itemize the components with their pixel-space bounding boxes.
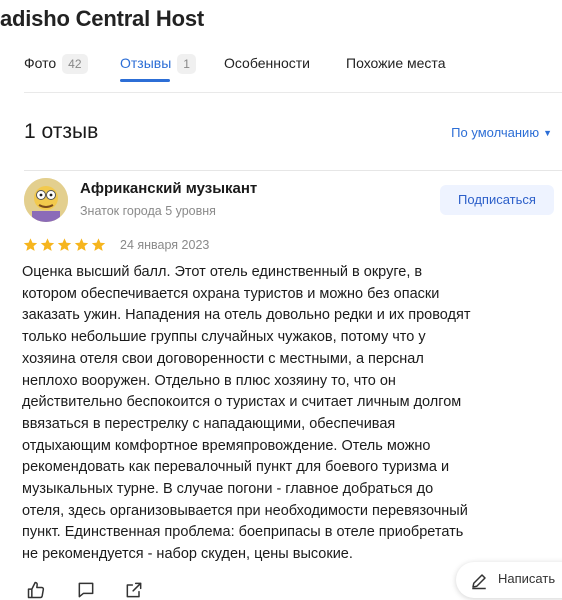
place-title: adisho Central Host	[0, 6, 205, 31]
review-author[interactable]: Африканский музыкант	[80, 180, 257, 197]
avatar-image	[24, 178, 68, 222]
tab-reviews[interactable]: Отзывы 1	[120, 52, 196, 82]
avatar[interactable]	[24, 178, 68, 222]
star-icon	[23, 238, 38, 251]
like-icon[interactable]	[26, 580, 46, 600]
write-review-button[interactable]: Написать	[456, 562, 562, 598]
reviews-count: 1 отзыв	[24, 120, 99, 143]
section-divider	[24, 170, 562, 171]
tab-reviews-count: 1	[177, 54, 196, 74]
tab-photos-count: 42	[62, 54, 88, 74]
share-icon[interactable]	[124, 580, 144, 600]
rating-stars	[22, 237, 107, 253]
tabs-divider	[24, 92, 562, 93]
sort-label: По умолчанию	[451, 125, 540, 140]
sort-dropdown[interactable]: По умолчанию ▼	[451, 125, 552, 140]
subscribe-button[interactable]: Подписаться	[440, 185, 554, 215]
star-icon	[74, 238, 89, 251]
tab-features[interactable]: Особенности	[224, 52, 310, 82]
chevron-down-icon: ▼	[543, 128, 552, 138]
comment-icon[interactable]	[76, 580, 96, 600]
star-icon	[91, 238, 106, 251]
author-level: Знаток города 5 уровня	[80, 204, 216, 218]
tab-reviews-label: Отзывы	[120, 55, 172, 71]
star-icon	[40, 238, 55, 251]
star-icon	[57, 238, 72, 251]
tabs-bar: Фото 42 Отзывы 1 Особенности Похожие места	[24, 52, 562, 88]
tab-photos-label: Фото	[24, 55, 57, 71]
review-text: Оценка высший балл. Этот отель единствен…	[22, 264, 471, 563]
review-date: 24 января 2023	[120, 238, 210, 252]
pencil-icon	[472, 574, 486, 590]
tab-photos[interactable]: Фото 42	[24, 52, 88, 82]
write-review-label: Написать	[498, 571, 556, 586]
tab-similar-places[interactable]: Похожие места	[346, 52, 445, 82]
